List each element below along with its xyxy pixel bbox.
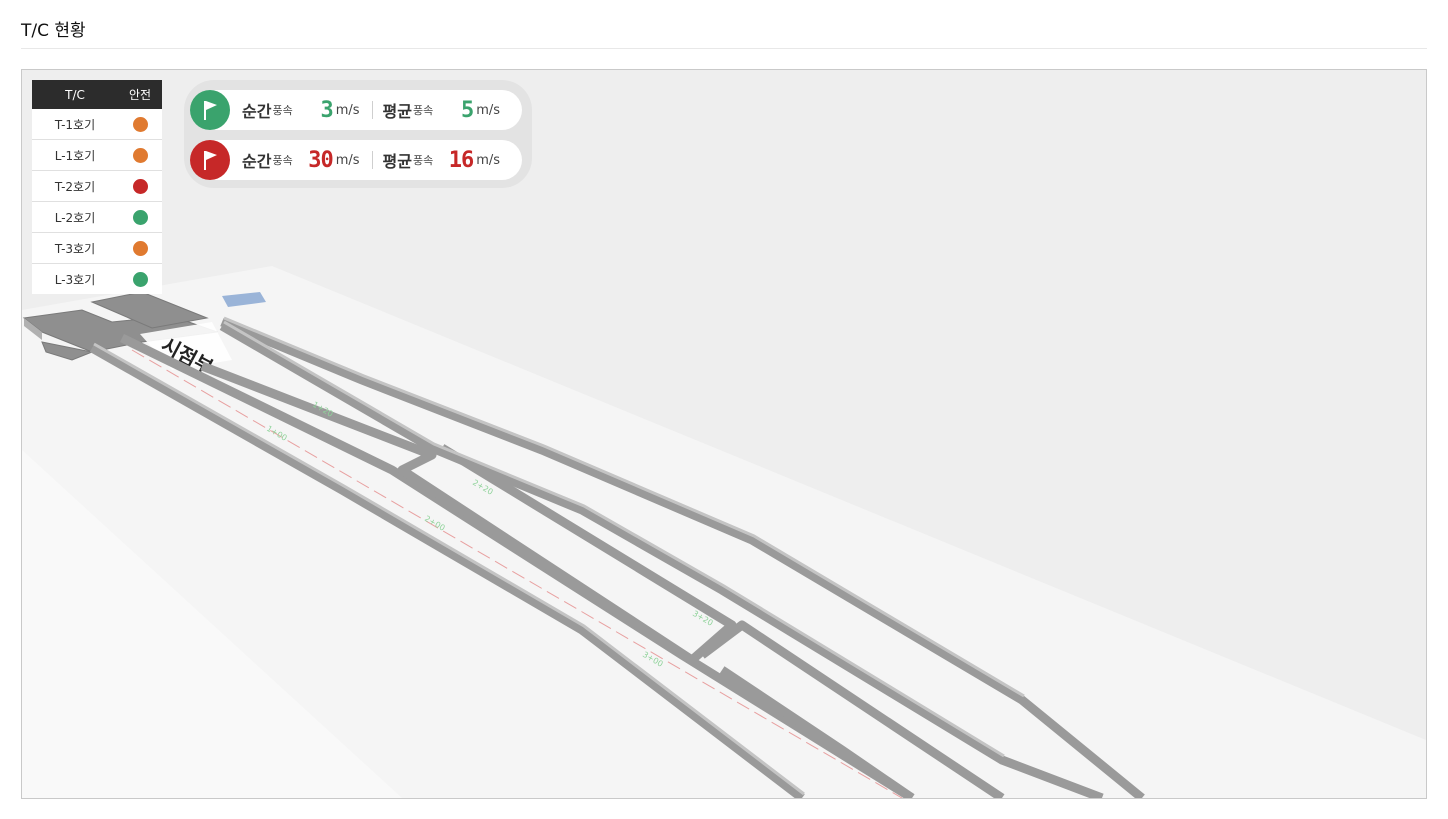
- page-title: T/C 현황: [21, 21, 86, 41]
- tc-status-table: T/C 안전 T-1호기 L-1호기 T-2호기 L-2호기 T-3호기 L-3…: [32, 80, 162, 294]
- flag-icon: [190, 140, 230, 180]
- status-dot-icon: [132, 271, 148, 287]
- tc-name: T-1호기: [54, 117, 96, 132]
- table-row[interactable]: L-2호기: [32, 202, 162, 233]
- avg-label: 평균: [382, 102, 412, 121]
- table-row[interactable]: T-2호기: [32, 171, 162, 202]
- instant-sub-label: 풍속: [272, 104, 293, 117]
- tc-name: L-1호기: [54, 148, 96, 163]
- instant-unit: m/s: [335, 152, 360, 168]
- flag-icon: [190, 90, 230, 130]
- avg-value: 5: [460, 97, 474, 123]
- avg-unit: m/s: [476, 152, 501, 168]
- instant-value: 30: [308, 147, 334, 173]
- instant-label: 순간: [242, 102, 272, 121]
- header-tc: T/C: [65, 87, 85, 102]
- table-row[interactable]: L-1호기: [32, 140, 162, 171]
- avg-sub-label: 풍속: [412, 154, 434, 167]
- wind-row-normal: 순간 풍속 3 m/s 평균 풍속 5 m/s: [190, 90, 522, 130]
- site-3d-view[interactable]: 시점부 1+00 1+20 2+00 2+20 3+00 3+20 T/C 안전…: [21, 69, 1427, 799]
- avg-label: 평균: [382, 152, 412, 171]
- table-header: T/C 안전: [32, 80, 162, 109]
- table-row[interactable]: L-3호기: [32, 264, 162, 294]
- avg-value: 16: [448, 147, 475, 173]
- instant-unit: m/s: [335, 102, 360, 118]
- status-dot-icon: [132, 178, 148, 194]
- status-dot-icon: [132, 147, 148, 163]
- header-safety: 안전: [128, 88, 152, 102]
- status-dot-icon: [132, 240, 148, 256]
- divider: [371, 101, 373, 119]
- instant-value: 3: [320, 97, 333, 123]
- tc-name: T-3호기: [54, 241, 96, 256]
- tc-name: T-2호기: [54, 179, 96, 194]
- title-divider: [21, 48, 1427, 49]
- divider: [371, 151, 373, 169]
- table-row[interactable]: T-1호기: [32, 109, 162, 140]
- wind-speed-panel: 순간 풍속 3 m/s 평균 풍속 5 m/s 순간 풍속 30 m/s 평균 …: [184, 80, 532, 188]
- tc-name: L-2호기: [54, 210, 96, 225]
- wind-row-alert: 순간 풍속 30 m/s 평균 풍속 16 m/s: [190, 140, 522, 180]
- status-dot-icon: [132, 116, 148, 132]
- instant-label: 순간: [242, 152, 272, 171]
- tc-name: L-3호기: [54, 272, 96, 287]
- instant-sub-label: 풍속: [272, 154, 293, 167]
- avg-sub-label: 풍속: [412, 104, 434, 117]
- table-row[interactable]: T-3호기: [32, 233, 162, 264]
- avg-unit: m/s: [476, 102, 501, 118]
- status-dot-icon: [132, 209, 148, 225]
